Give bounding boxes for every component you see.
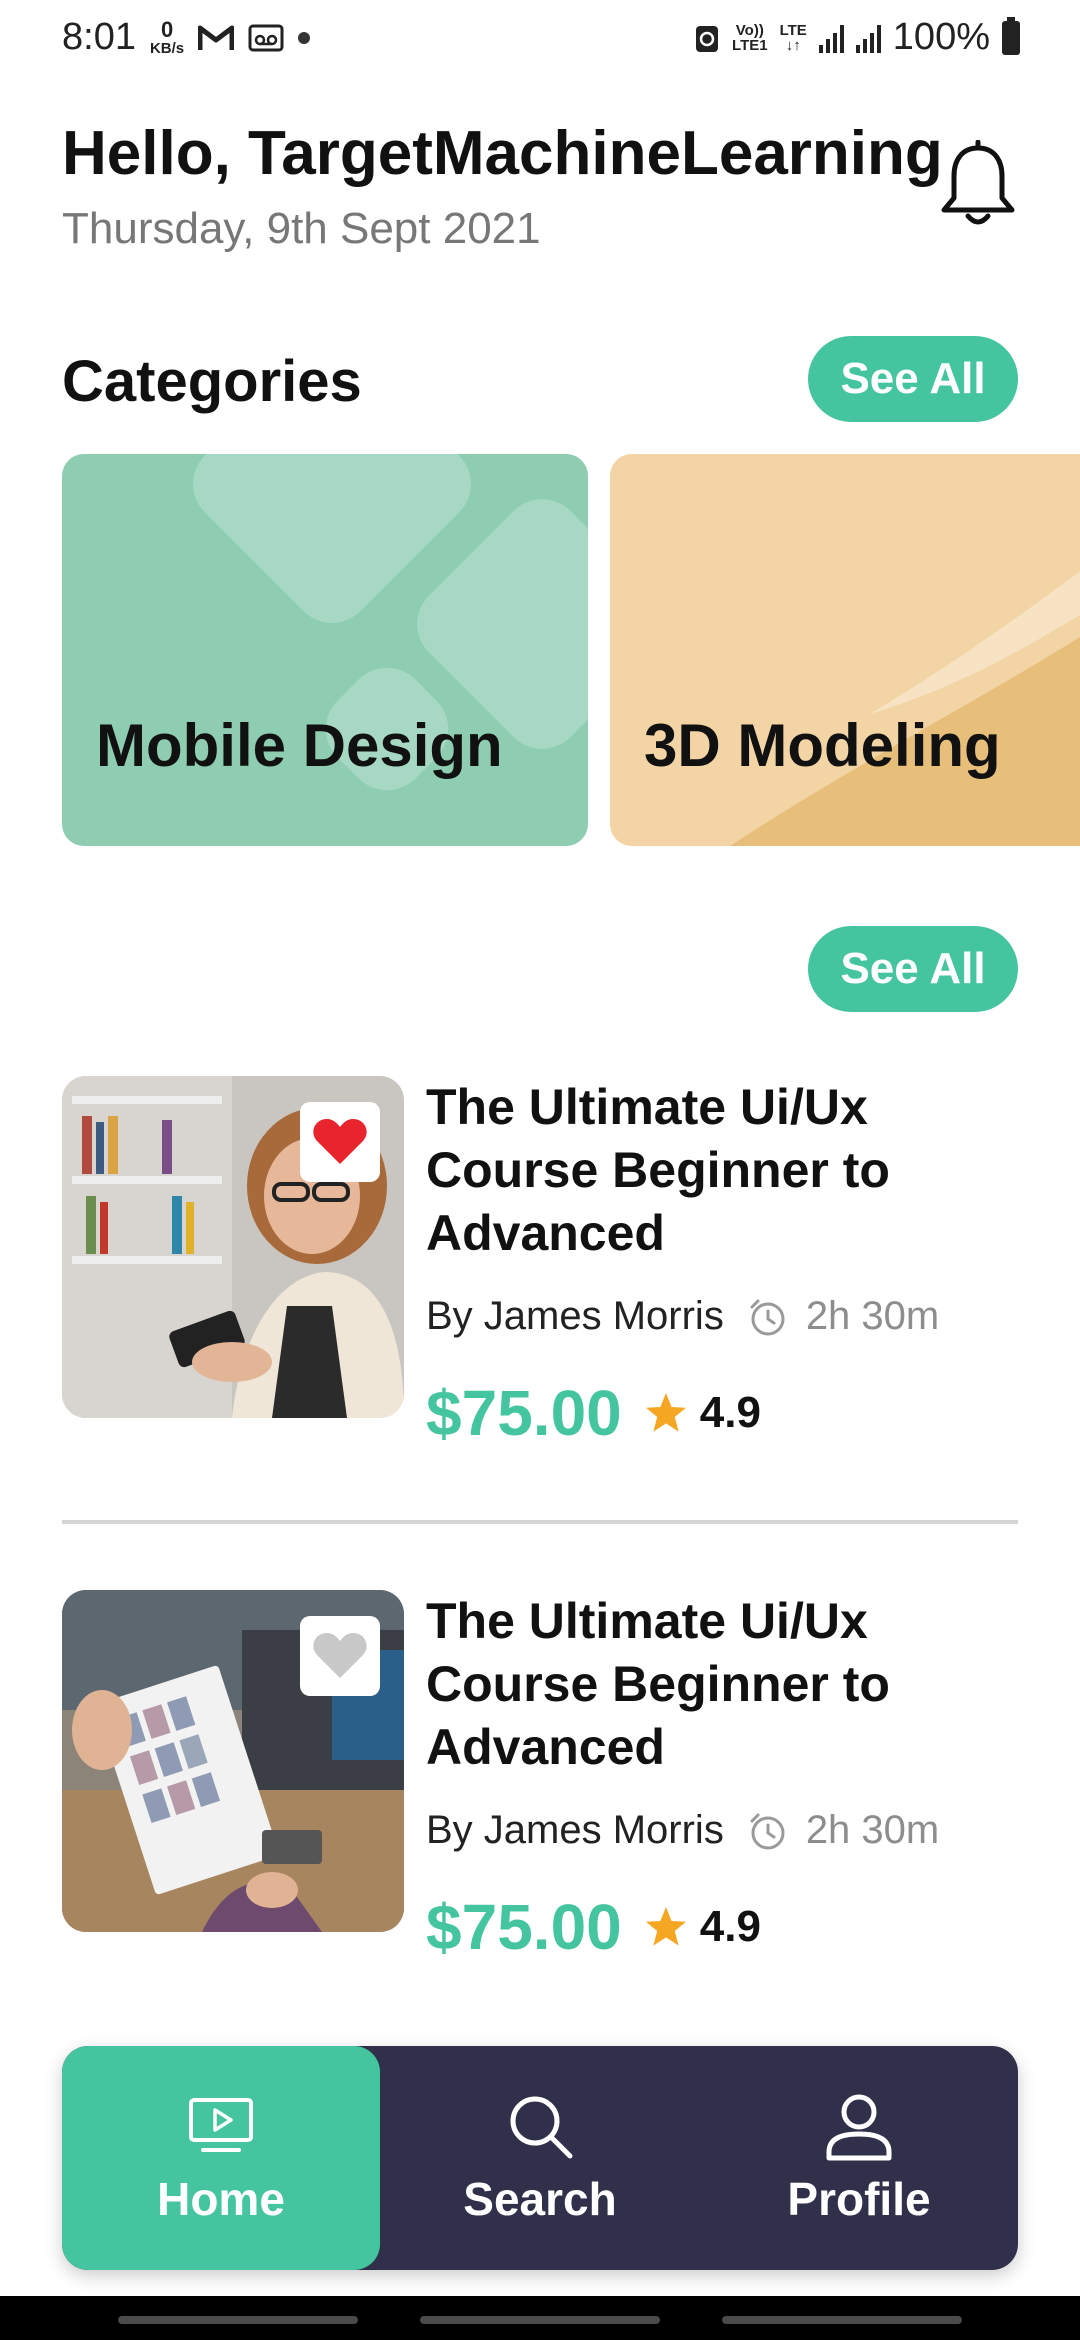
volte-indicator: Vo)) LTE1 — [732, 21, 768, 54]
gmail-icon — [198, 25, 235, 50]
signal-1-icon — [818, 23, 844, 53]
star-icon — [645, 1393, 686, 1432]
heart-filled-icon — [313, 1119, 367, 1164]
course-card[interactable]: The Ultimate Ui/Ux Course Beginner to Ad… — [62, 1590, 1018, 1963]
bottom-navigation: Home Search Profile — [62, 2046, 1018, 2270]
course-price: $75.00 — [426, 1377, 622, 1449]
system-nav-button[interactable] — [722, 2316, 962, 2324]
course-meta: By James Morris 2h 30m — [426, 1808, 939, 1853]
notification-bell-icon[interactable] — [938, 140, 1018, 230]
signal-2-icon — [855, 23, 881, 53]
star-icon — [645, 1907, 686, 1946]
course-author: By James Morris — [426, 1294, 724, 1338]
course-duration: 2h 30m — [805, 1294, 940, 1338]
category-card-3d-modeling[interactable]: 3D Modeling — [610, 454, 1080, 846]
battery-icon — [1002, 16, 1020, 55]
nav-item-profile[interactable]: Profile — [700, 2046, 1018, 2270]
course-thumbnail — [62, 1590, 404, 1932]
course-price-row: $75.00 4.9 — [426, 1376, 761, 1450]
card-decoration — [730, 571, 1080, 846]
nav-item-search[interactable]: Search — [381, 2046, 699, 2270]
nav-label: Home — [157, 2173, 285, 2225]
favorite-button[interactable] — [300, 1102, 380, 1182]
status-time: 8:01 — [62, 16, 136, 58]
course-rating: 4.9 — [699, 1388, 761, 1437]
course-title: The Ultimate Ui/Ux Course Beginner to Ad… — [426, 1079, 890, 1261]
data-saver-icon — [696, 25, 719, 52]
system-navigation-bar — [0, 2296, 1080, 2340]
network-speed: 0 KB/s — [149, 17, 185, 57]
categories-see-all-button[interactable]: See All — [808, 336, 1018, 422]
search-icon — [510, 2096, 573, 2159]
lte-indicator: LTE ↓↑ — [779, 21, 807, 54]
greeting-title: Hello, TargetMachineLearning — [62, 119, 943, 188]
voicemail-icon — [248, 24, 284, 51]
course-rating: 4.9 — [699, 1902, 761, 1951]
course-author: By James Morris — [426, 1808, 724, 1852]
current-date: Thursday, 9th Sept 2021 — [62, 204, 541, 253]
category-label: Mobile Design — [96, 712, 503, 779]
course-duration: 2h 30m — [805, 1808, 940, 1852]
category-label: 3D Modeling — [644, 712, 1001, 779]
battery-percent: 100% — [892, 16, 990, 58]
clock-icon — [750, 1813, 785, 1849]
course-price-row: $75.00 4.9 — [426, 1890, 761, 1964]
user-icon — [826, 2094, 892, 2161]
favorite-button[interactable] — [300, 1616, 380, 1696]
categories-title: Categories — [62, 349, 362, 414]
course-title: The Ultimate Ui/Ux Course Beginner to Ad… — [426, 1593, 890, 1775]
heart-outline-icon — [313, 1633, 367, 1678]
nav-label: Search — [463, 2173, 617, 2225]
system-nav-button[interactable] — [118, 2316, 358, 2324]
course-meta: By James Morris 2h 30m — [426, 1294, 939, 1339]
course-thumbnail — [62, 1076, 404, 1418]
status-bar: 8:01 0 KB/s Vo)) LTE1 LTE ↓↑ 100% — [0, 0, 1080, 80]
courses-see-all-button[interactable]: See All — [808, 926, 1018, 1012]
course-price: $75.00 — [426, 1891, 622, 1963]
clock-icon — [750, 1299, 785, 1335]
notification-dot — [298, 31, 311, 44]
nav-label: Profile — [787, 2173, 931, 2225]
nav-item-home[interactable]: Home — [62, 2046, 380, 2270]
course-card[interactable]: The Ultimate Ui/Ux Course Beginner to Ad… — [62, 1076, 1018, 1449]
system-nav-button[interactable] — [420, 2316, 660, 2324]
category-card-mobile-design[interactable]: Mobile Design — [62, 454, 588, 846]
monitor-play-icon — [189, 2098, 253, 2152]
course-divider — [62, 1520, 1018, 1524]
